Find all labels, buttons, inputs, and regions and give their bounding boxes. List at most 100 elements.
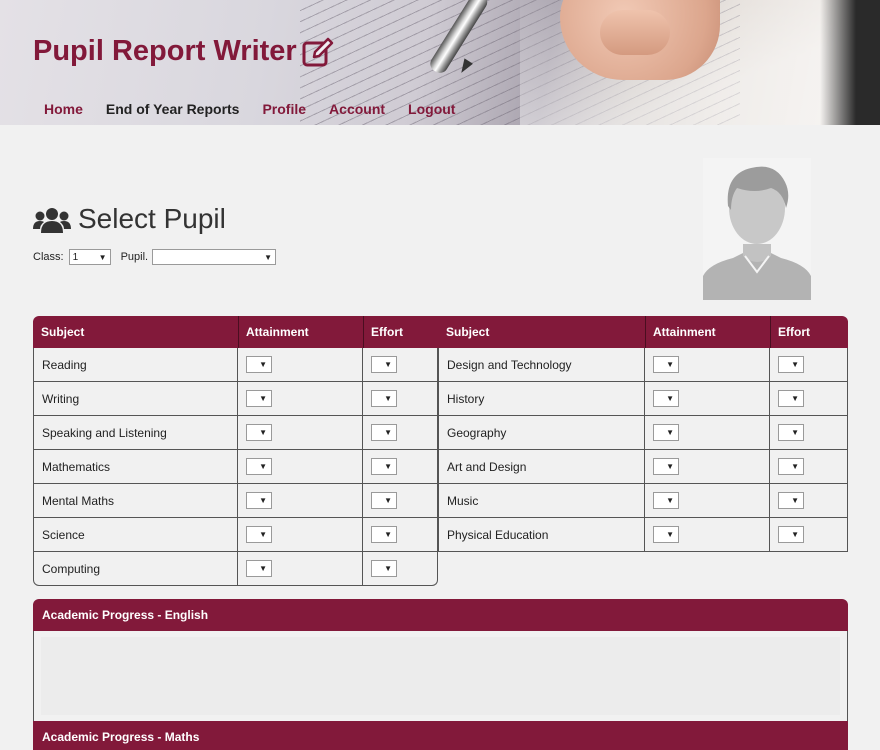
nav-logout[interactable]: Logout xyxy=(408,101,455,117)
chevron-down-icon: ▼ xyxy=(264,252,273,262)
edit-icon xyxy=(302,37,334,67)
effort-select[interactable]: ▼ xyxy=(371,390,397,407)
attainment-select[interactable]: ▼ xyxy=(653,356,679,373)
effort-cell: ▼ xyxy=(770,484,848,518)
subject-cell: Geography xyxy=(438,416,645,450)
attainment-select[interactable]: ▼ xyxy=(653,424,679,441)
effort-select[interactable]: ▼ xyxy=(778,458,804,475)
attainment-select[interactable]: ▼ xyxy=(653,458,679,475)
subject-cell: Writing xyxy=(33,382,238,416)
effort-select[interactable]: ▼ xyxy=(371,458,397,475)
chevron-down-icon: ▼ xyxy=(259,360,267,369)
chevron-down-icon: ▼ xyxy=(666,496,674,505)
column-divider xyxy=(770,316,771,348)
column-header: Attainment xyxy=(653,325,716,339)
pupil-select[interactable]: ▼ xyxy=(152,249,277,265)
attainment-cell: ▼ xyxy=(645,484,770,518)
chevron-down-icon: ▼ xyxy=(791,394,799,403)
subject-cell: Computing xyxy=(33,552,238,586)
subject-cell: Mental Maths xyxy=(33,484,238,518)
class-select[interactable]: 1 ▼ xyxy=(68,249,111,265)
class-label: Class: xyxy=(33,251,64,263)
effort-cell: ▼ xyxy=(363,450,438,484)
pupil-avatar xyxy=(703,158,811,300)
effort-select[interactable]: ▼ xyxy=(371,356,397,373)
attainment-select[interactable]: ▼ xyxy=(653,492,679,509)
app-title: Pupil Report Writer xyxy=(33,35,297,67)
effort-cell: ▼ xyxy=(770,518,848,552)
attainment-cell: ▼ xyxy=(238,484,363,518)
subject-name: Physical Education xyxy=(447,528,549,542)
chevron-down-icon: ▼ xyxy=(384,428,392,437)
chevron-down-icon: ▼ xyxy=(666,428,674,437)
chevron-down-icon: ▼ xyxy=(384,462,392,471)
chevron-down-icon: ▼ xyxy=(259,530,267,539)
subjects-header-left: Subject Attainment Effort xyxy=(33,316,438,348)
effort-cell: ▼ xyxy=(363,348,438,382)
column-header: Effort xyxy=(778,325,810,339)
subject-name: Mental Maths xyxy=(42,494,115,508)
attainment-select[interactable]: ▼ xyxy=(246,458,272,475)
banner-image-shadow xyxy=(820,0,880,125)
chevron-down-icon: ▼ xyxy=(666,360,674,369)
chevron-down-icon: ▼ xyxy=(384,360,392,369)
chevron-down-icon: ▼ xyxy=(98,252,107,262)
panel-maths-header: Academic Progress - Maths xyxy=(33,721,848,750)
attainment-select[interactable]: ▼ xyxy=(246,560,272,577)
attainment-cell: ▼ xyxy=(238,348,363,382)
effort-select[interactable]: ▼ xyxy=(371,560,397,577)
attainment-select[interactable]: ▼ xyxy=(246,526,272,543)
attainment-select[interactable]: ▼ xyxy=(653,390,679,407)
attainment-select[interactable]: ▼ xyxy=(246,424,272,441)
subject-cell: Music xyxy=(438,484,645,518)
effort-select[interactable]: ▼ xyxy=(778,356,804,373)
column-header: Effort xyxy=(371,325,403,339)
panel-maths-title: Academic Progress - Maths xyxy=(42,730,200,744)
effort-cell: ▼ xyxy=(363,382,438,416)
pupil-filters: Class: 1 ▼ Pupil. ▼ xyxy=(33,249,277,265)
subject-name: Writing xyxy=(42,392,80,406)
main-nav: Home End of Year Reports Profile Account… xyxy=(44,101,478,117)
effort-select[interactable]: ▼ xyxy=(778,390,804,407)
effort-cell: ▼ xyxy=(770,450,848,484)
effort-cell: ▼ xyxy=(770,348,848,382)
nav-home[interactable]: Home xyxy=(44,101,83,117)
subject-name: Speaking and Listening xyxy=(42,426,167,440)
effort-select[interactable]: ▼ xyxy=(371,424,397,441)
column-header: Attainment xyxy=(246,325,309,339)
nav-profile[interactable]: Profile xyxy=(262,101,306,117)
panel-english-header: Academic Progress - English xyxy=(33,599,848,631)
effort-select[interactable]: ▼ xyxy=(371,526,397,543)
effort-select[interactable]: ▼ xyxy=(778,526,804,543)
effort-select[interactable]: ▼ xyxy=(778,424,804,441)
attainment-cell: ▼ xyxy=(238,416,363,450)
attainment-select[interactable]: ▼ xyxy=(653,526,679,543)
subject-name: Reading xyxy=(42,358,87,372)
chevron-down-icon: ▼ xyxy=(384,530,392,539)
select-pupil-heading: Select Pupil xyxy=(78,203,226,234)
subject-name: Mathematics xyxy=(42,460,111,474)
effort-select[interactable]: ▼ xyxy=(778,492,804,509)
effort-cell: ▼ xyxy=(770,416,848,450)
chevron-down-icon: ▼ xyxy=(791,530,799,539)
chevron-down-icon: ▼ xyxy=(384,394,392,403)
english-progress-textarea[interactable] xyxy=(41,637,840,715)
subject-cell: Mathematics xyxy=(33,450,238,484)
attainment-cell: ▼ xyxy=(645,518,770,552)
chevron-down-icon: ▼ xyxy=(791,360,799,369)
chevron-down-icon: ▼ xyxy=(259,428,267,437)
header-banner: Pupil Report Writer Home End of Year Rep… xyxy=(0,0,880,125)
panel-english-title: Academic Progress - English xyxy=(42,608,209,622)
chevron-down-icon: ▼ xyxy=(384,564,392,573)
chevron-down-icon: ▼ xyxy=(259,462,267,471)
effort-cell: ▼ xyxy=(363,552,438,586)
attainment-select[interactable]: ▼ xyxy=(246,390,272,407)
nav-account[interactable]: Account xyxy=(329,101,385,117)
effort-cell: ▼ xyxy=(770,382,848,416)
attainment-select[interactable]: ▼ xyxy=(246,492,272,509)
subject-name: Science xyxy=(42,528,85,542)
nav-end-of-year-reports[interactable]: End of Year Reports xyxy=(106,101,240,117)
attainment-select[interactable]: ▼ xyxy=(246,356,272,373)
column-divider xyxy=(645,316,646,348)
effort-select[interactable]: ▼ xyxy=(371,492,397,509)
